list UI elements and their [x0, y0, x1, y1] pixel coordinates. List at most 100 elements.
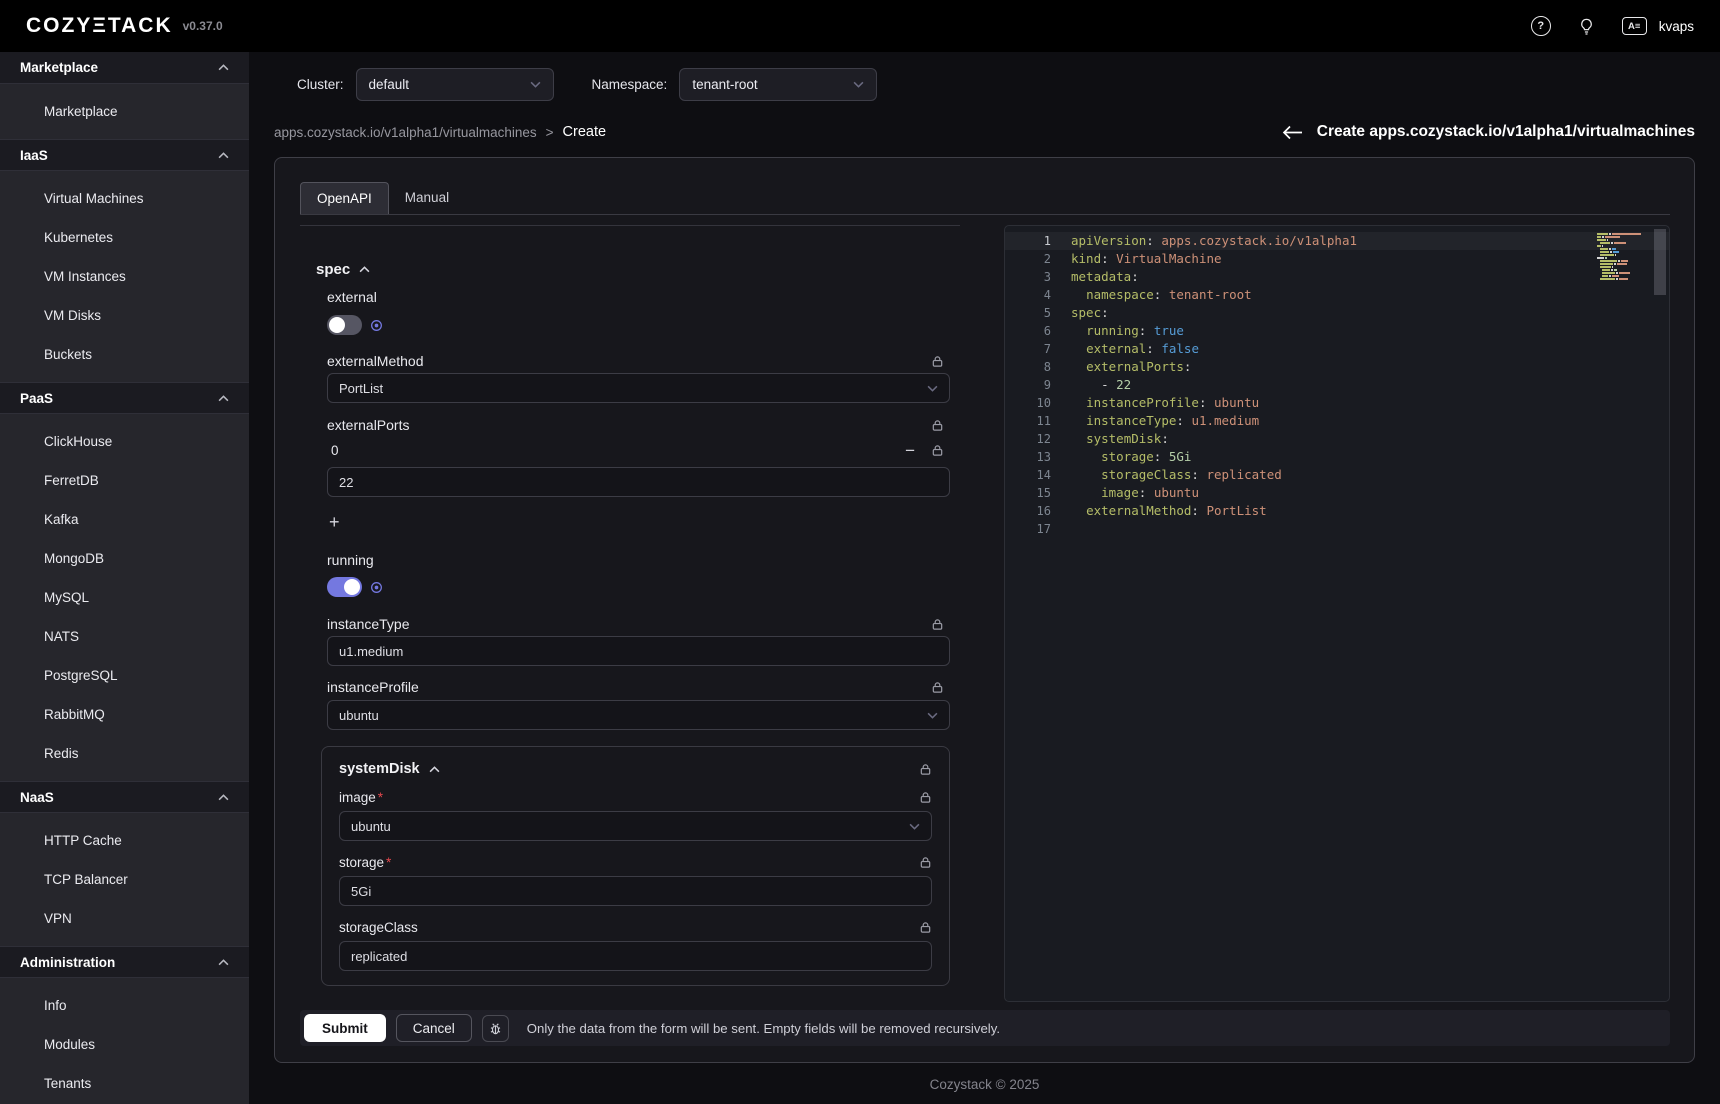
- code-line: 10 instanceProfile: ubuntu: [1005, 394, 1669, 412]
- storageClass-input[interactable]: [339, 941, 932, 971]
- sidebar-section-label: Administration: [20, 955, 115, 970]
- cluster-value: default: [369, 77, 410, 92]
- external-toggle[interactable]: [327, 315, 362, 335]
- storage-label: storage: [339, 855, 384, 870]
- instanceType-label: instanceType: [327, 616, 410, 632]
- instanceProfile-value: ubuntu: [339, 708, 379, 723]
- sidebar-item-marketplace[interactable]: Marketplace: [0, 92, 249, 131]
- lock-icon: [931, 618, 944, 631]
- chevron-down-icon: [927, 712, 938, 719]
- sidebar-item-postgresql[interactable]: PostgreSQL: [0, 656, 249, 695]
- footer-text: Cozystack © 2025: [930, 1077, 1040, 1092]
- sidebar-item-vpn[interactable]: VPN: [0, 899, 249, 938]
- line-number: 15: [1005, 484, 1051, 502]
- sidebar-item-vm-instances[interactable]: VM Instances: [0, 257, 249, 296]
- light-bulb-icon[interactable]: [1577, 17, 1596, 36]
- line-number: 16: [1005, 502, 1051, 520]
- sidebar-section-marketplace[interactable]: Marketplace: [0, 52, 249, 84]
- sidebar-item-modules[interactable]: Modules: [0, 1025, 249, 1064]
- user-badge-icon[interactable]: A≡: [1622, 17, 1647, 35]
- namespace-value: tenant-root: [692, 77, 757, 92]
- tab-manual[interactable]: Manual: [389, 182, 465, 214]
- help-icon[interactable]: ?: [1531, 16, 1551, 36]
- chevron-up-icon: [218, 959, 229, 966]
- chevron-down-icon: [853, 81, 864, 88]
- sidebar-section-paas[interactable]: PaaS: [0, 382, 249, 414]
- cluster-select[interactable]: default: [356, 68, 554, 101]
- breadcrumb: apps.cozystack.io/v1alpha1/virtualmachin…: [274, 119, 1695, 145]
- back-arrow-icon[interactable]: [1282, 125, 1303, 140]
- chevron-up-icon[interactable]: [429, 766, 440, 773]
- systemDisk-group: systemDisk image*: [321, 746, 950, 986]
- port-input[interactable]: [327, 467, 950, 497]
- running-toggle[interactable]: [327, 577, 362, 597]
- sidebar-item-ferretdb[interactable]: FerretDB: [0, 461, 249, 500]
- sidebar-item-clickhouse[interactable]: ClickHouse: [0, 422, 249, 461]
- remove-port-button[interactable]: −: [905, 442, 915, 459]
- systemDisk-title: systemDisk: [339, 761, 420, 777]
- lock-icon: [931, 681, 944, 694]
- spec-section-toggle[interactable]: spec: [316, 260, 960, 278]
- context-controls: Cluster: default Namespace: tenant-root: [297, 68, 1695, 101]
- username[interactable]: kvaps: [1659, 19, 1694, 34]
- tab-strip: OpenAPI Manual: [300, 182, 1670, 215]
- sidebar-section-label: NaaS: [20, 790, 54, 805]
- sidebar-item-vm-disks[interactable]: VM Disks: [0, 296, 249, 335]
- breadcrumb-path[interactable]: apps.cozystack.io/v1alpha1/virtualmachin…: [274, 125, 537, 140]
- sidebar: Marketplace Marketplace IaaS Virtual Machin…: [0, 52, 249, 1104]
- sidebar-item-redis[interactable]: Redis: [0, 734, 249, 773]
- sidebar-item-kubernetes[interactable]: Kubernetes: [0, 218, 249, 257]
- namespace-select[interactable]: tenant-root: [679, 68, 877, 101]
- lock-icon: [931, 444, 944, 457]
- line-number: 6: [1005, 322, 1051, 340]
- sidebar-section-administration[interactable]: Administration: [0, 946, 249, 978]
- add-port-button[interactable]: +: [329, 513, 340, 531]
- sidebar-item-tenants[interactable]: Tenants: [0, 1064, 249, 1103]
- lock-icon: [931, 419, 944, 432]
- sidebar-item-info[interactable]: Info: [0, 986, 249, 1025]
- externalMethod-select[interactable]: PortList: [327, 373, 950, 403]
- sidebar-item-http-cache[interactable]: HTTP Cache: [0, 821, 249, 860]
- storage-input[interactable]: [339, 876, 932, 906]
- code-line: 9 - 22: [1005, 376, 1669, 394]
- spec-section-title: spec: [316, 261, 350, 278]
- debug-icon-button[interactable]: [482, 1015, 509, 1042]
- externalPorts-label: externalPorts: [327, 417, 409, 433]
- running-label: running: [327, 552, 374, 568]
- sidebar-item-nats[interactable]: NATS: [0, 617, 249, 656]
- form-note: Only the data from the form will be sent…: [527, 1021, 1000, 1036]
- sidebar-section-iaas[interactable]: IaaS: [0, 139, 249, 171]
- tab-openapi[interactable]: OpenAPI: [300, 182, 389, 214]
- instanceType-input[interactable]: [327, 636, 950, 666]
- namespace-label: Namespace:: [592, 77, 668, 92]
- page-footer: Cozystack © 2025: [274, 1077, 1695, 1092]
- sidebar-item-mysql[interactable]: MySQL: [0, 578, 249, 617]
- top-bar-right: ? A≡ kvaps: [1531, 16, 1694, 36]
- sidebar-item-kafka[interactable]: Kafka: [0, 500, 249, 539]
- code-line: 5spec:: [1005, 304, 1669, 322]
- sidebar-section-label: IaaS: [20, 148, 48, 163]
- sidebar-item-rabbitmq[interactable]: RabbitMQ: [0, 695, 249, 734]
- yaml-editor[interactable]: 1apiVersion: apps.cozystack.io/v1alpha12…: [1004, 225, 1670, 1002]
- sidebar-section-naas[interactable]: NaaS: [0, 781, 249, 813]
- chevron-up-icon: [218, 794, 229, 801]
- cancel-button[interactable]: Cancel: [396, 1014, 472, 1042]
- line-number: 9: [1005, 376, 1051, 394]
- line-number: 14: [1005, 466, 1051, 484]
- line-number: 3: [1005, 268, 1051, 286]
- editor-minimap: [1597, 233, 1647, 284]
- sidebar-item-tcp-balancer[interactable]: TCP Balancer: [0, 860, 249, 899]
- line-number: 1: [1005, 232, 1051, 250]
- editor-lines: 1apiVersion: apps.cozystack.io/v1alpha12…: [1005, 232, 1669, 538]
- submit-button[interactable]: Submit: [304, 1014, 386, 1042]
- sidebar-item-virtual-machines[interactable]: Virtual Machines: [0, 179, 249, 218]
- lock-icon: [919, 791, 932, 804]
- editor-scrollbar[interactable]: [1654, 229, 1666, 295]
- page-title: Create apps.cozystack.io/v1alpha1/virtua…: [1317, 123, 1695, 141]
- line-number: 2: [1005, 250, 1051, 268]
- instanceProfile-select[interactable]: ubuntu: [327, 700, 950, 730]
- chevron-up-icon: [359, 266, 370, 273]
- sidebar-item-mongodb[interactable]: MongoDB: [0, 539, 249, 578]
- image-select[interactable]: ubuntu: [339, 811, 932, 841]
- sidebar-item-buckets[interactable]: Buckets: [0, 335, 249, 374]
